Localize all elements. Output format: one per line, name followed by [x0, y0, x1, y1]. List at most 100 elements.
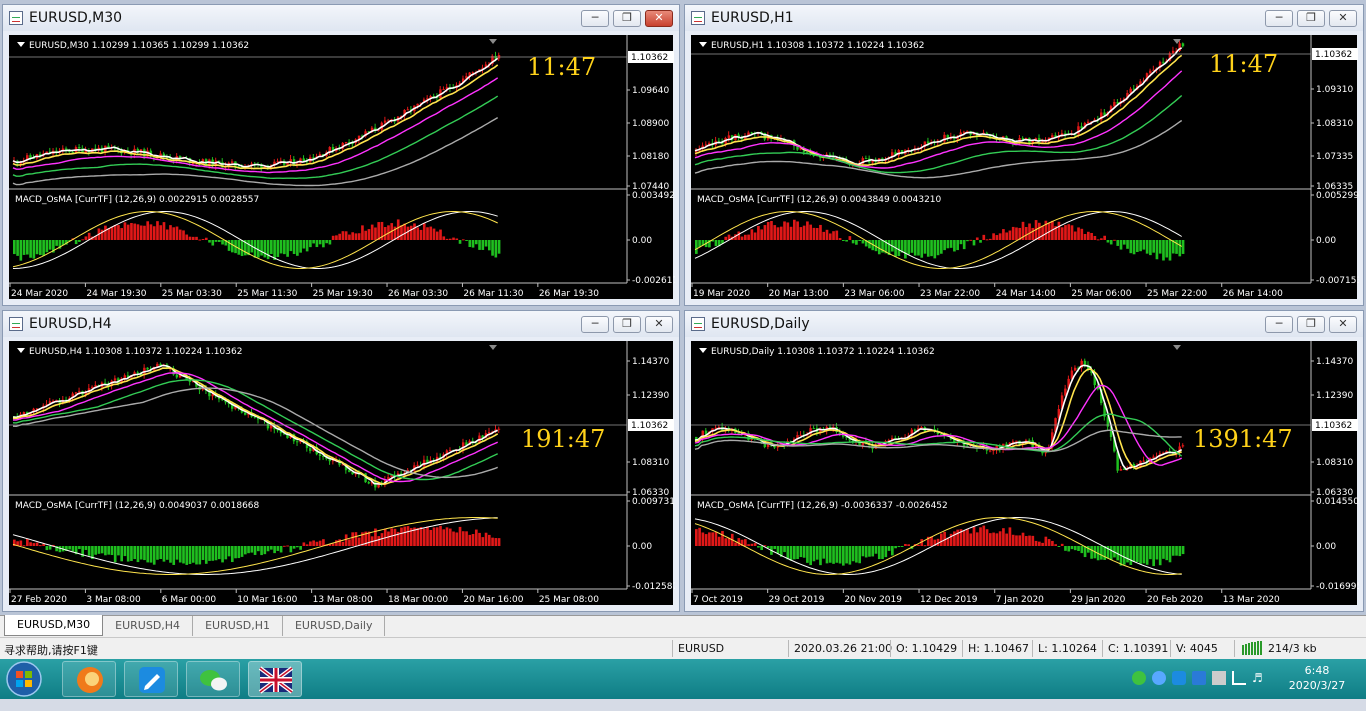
macd-histogram-bar: [1060, 543, 1064, 546]
chart-window-h1[interactable]: EURUSD,H1 ─ ❐ ✕ 1.09310 1.08310 1.07335 1.0…: [684, 4, 1364, 306]
window-titlebar[interactable]: EURUSD,H4 ─ ❐ ✕: [3, 311, 679, 337]
minimize-button[interactable]: ─: [581, 316, 609, 333]
close-button[interactable]: ✕: [1329, 316, 1357, 333]
macd-histogram-bar: [309, 541, 312, 546]
candle-body: [727, 135, 731, 138]
restore-button[interactable]: ❐: [1297, 10, 1325, 27]
macd-histogram-bar: [1067, 546, 1071, 552]
macd-histogram-bar: [191, 236, 195, 240]
tray-network-icon[interactable]: [1232, 671, 1246, 685]
macd-histogram-bar: [130, 222, 133, 240]
macd-histogram-bar: [42, 240, 45, 256]
taskbar-app-metatrader[interactable]: [248, 661, 302, 697]
tray-cloud-icon[interactable]: [1152, 671, 1166, 685]
macd-histogram-bar: [58, 546, 62, 553]
chart-canvas[interactable]: 1.09640 1.08900 1.08180 1.07440 1.10362 0.003…: [9, 35, 675, 299]
macd-histogram-bar: [204, 237, 208, 240]
macd-histogram-bar: [331, 235, 335, 240]
macd-histogram-bar: [966, 528, 969, 546]
chart-ohlc-header: EURUSD,M30 1.10299 1.10365 1.10299 1.103…: [17, 41, 249, 51]
chart-window-h4[interactable]: EURUSD,H4 ─ ❐ ✕ 1.14370 1.12390 1.08310 1.0…: [2, 310, 680, 612]
taskbar-app-notes[interactable]: [124, 661, 178, 697]
close-button[interactable]: ✕: [645, 316, 673, 333]
taskbar-app-firefox[interactable]: [62, 661, 116, 697]
macd-histogram-bar: [1152, 546, 1155, 567]
macd-histogram-bar: [344, 534, 348, 546]
macd-histogram-bar: [1015, 227, 1018, 240]
macd-histogram-bar: [845, 546, 848, 564]
candle-body: [104, 382, 107, 384]
tray-volume-icon[interactable]: ♬: [1252, 671, 1266, 685]
tray-action-center-icon[interactable]: [1212, 671, 1226, 685]
macd-histogram-bar: [874, 546, 878, 554]
tab-eurusd-h4[interactable]: EURUSD,H4: [103, 616, 194, 636]
connection-bars-icon: [1242, 641, 1264, 658]
candle-body: [1083, 360, 1087, 365]
minimize-button[interactable]: ─: [1265, 10, 1293, 27]
minimize-button[interactable]: ─: [1265, 316, 1293, 333]
window-titlebar[interactable]: EURUSD,Daily ─ ❐ ✕: [685, 311, 1363, 337]
macd-histogram-bar: [1024, 227, 1028, 240]
taskbar-clock[interactable]: 6:48 2020/3/27: [1282, 659, 1352, 699]
chart-window-m30[interactable]: EURUSD,M30 ─ ❐ ✕ 1.09640 1.08900 1.08180 1.…: [2, 4, 680, 306]
macd-histogram-bar: [1113, 239, 1116, 241]
status-divider: [788, 640, 789, 657]
macd-histogram-bar: [29, 542, 32, 546]
macd-histogram-bar: [214, 240, 218, 242]
macd-histogram-bar: [1073, 546, 1077, 551]
restore-button[interactable]: ❐: [1297, 316, 1325, 333]
window-titlebar[interactable]: EURUSD,M30 ─ ❐ ✕: [3, 5, 679, 31]
window-titlebar[interactable]: EURUSD,H1 ─ ❐ ✕: [685, 5, 1363, 31]
macd-histogram-bar: [724, 236, 728, 240]
chart-canvas[interactable]: 1.09310 1.08310 1.07335 1.06335 1.10362 0.005…: [691, 35, 1359, 299]
tray-shield-icon[interactable]: [1192, 671, 1206, 685]
macd-histogram-bar: [419, 229, 423, 240]
macd-histogram-bar: [842, 546, 845, 566]
close-button[interactable]: ✕: [1329, 10, 1357, 27]
macd-histogram-bar: [257, 546, 260, 552]
macd-histogram-bar: [1178, 240, 1182, 257]
minimize-button[interactable]: ─: [581, 10, 609, 27]
chart-canvas[interactable]: 1.14370 1.12390 1.08310 1.06330 1.10362 0.014…: [691, 341, 1359, 605]
macd-histogram-bar: [198, 546, 202, 565]
close-button[interactable]: ✕: [645, 10, 673, 27]
time-scale-label: 25 Mar 11:30: [237, 289, 297, 299]
dropdown-triangle-icon[interactable]: [17, 42, 25, 47]
candle-body: [406, 109, 410, 111]
macd-histogram-bar: [387, 531, 390, 546]
dropdown-triangle-icon[interactable]: [699, 348, 707, 353]
start-button[interactable]: [4, 660, 44, 698]
chart-ohlc-header: EURUSD,H1 1.10308 1.10372 1.10224 1.1036…: [699, 41, 924, 51]
chart-window-daily[interactable]: EURUSD,Daily ─ ❐ ✕ 1.14370 1.12390 1.08310…: [684, 310, 1364, 612]
tab-eurusd-daily[interactable]: EURUSD,Daily: [283, 616, 386, 636]
macd-histogram-bar: [1122, 546, 1126, 565]
tab-eurusd-m30[interactable]: EURUSD,M30: [4, 615, 104, 636]
wechat-icon: [200, 670, 227, 691]
macd-histogram-bar: [426, 227, 429, 240]
time-scale-label: 26 Mar 03:30: [388, 289, 448, 299]
tab-eurusd-h1[interactable]: EURUSD,H1: [193, 616, 283, 636]
macd-histogram-bar: [737, 538, 741, 546]
macd-histogram-bar: [828, 546, 832, 563]
macd-histogram-bar: [152, 226, 156, 240]
tray-notes-icon[interactable]: [1172, 671, 1186, 685]
macd-histogram-bar: [348, 539, 351, 546]
dropdown-triangle-icon[interactable]: [699, 42, 707, 47]
restore-button[interactable]: ❐: [613, 316, 641, 333]
taskbar-app-wechat[interactable]: [186, 661, 240, 697]
candle-body: [1181, 445, 1185, 447]
chart-canvas[interactable]: 1.14370 1.12390 1.08310 1.06330 1.10362 0.009…: [9, 341, 675, 605]
macd-histogram-bar: [786, 546, 790, 560]
tray-wechat-icon[interactable]: [1132, 671, 1146, 685]
dropdown-triangle-icon[interactable]: [17, 348, 25, 353]
macd-histogram-bar: [1028, 535, 1031, 546]
macd-histogram-bar: [1145, 240, 1149, 254]
macd-histogram-bar: [1181, 240, 1185, 254]
candle-body: [920, 427, 923, 429]
macd-histogram-bar: [16, 240, 19, 256]
restore-button[interactable]: ❐: [613, 10, 641, 27]
macd-histogram-bar: [1008, 527, 1012, 546]
macd-histogram-bar: [992, 233, 995, 240]
macd-histogram-bar: [276, 240, 280, 258]
macd-histogram-bar: [1090, 546, 1093, 559]
